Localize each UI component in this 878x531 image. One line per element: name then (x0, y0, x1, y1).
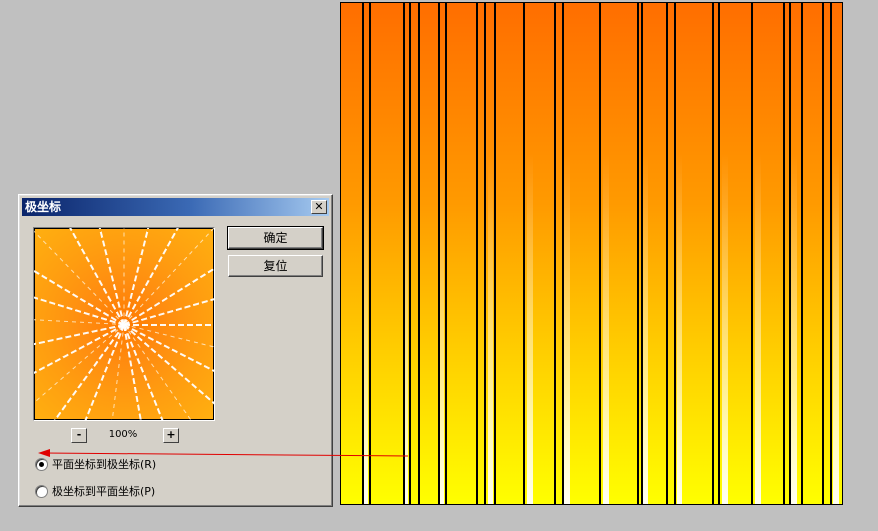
dark-stripe (409, 3, 411, 504)
dark-stripe (641, 3, 643, 504)
zoom-out-button[interactable]: - (71, 428, 87, 443)
option-rect-to-polar-label: 平面坐标到极坐标(R) (52, 458, 157, 471)
reset-button[interactable]: 复位 (228, 255, 323, 277)
light-stripe (603, 3, 609, 504)
light-stripe (755, 3, 761, 504)
dark-stripe (554, 3, 556, 504)
option-rect-to-polar[interactable]: 平面坐标到极坐标(R) (35, 456, 156, 472)
preview-pane[interactable] (33, 227, 215, 421)
dark-stripe (637, 3, 639, 504)
dark-stripe (418, 3, 420, 504)
preview-ray (123, 228, 125, 325)
dark-stripe (484, 3, 486, 504)
dialog-title: 极坐标 (25, 200, 62, 214)
close-icon: ✕ (314, 200, 324, 213)
light-stripe (527, 3, 533, 504)
dark-stripe (599, 3, 601, 504)
ok-button[interactable]: 确定 (227, 226, 324, 250)
minus-icon: - (76, 428, 82, 441)
option-polar-to-rect-label: 极坐标到平面坐标(P) (52, 485, 156, 498)
polar-coordinates-dialog: 极坐标 ✕ 确定 复位 - 100% + 平面坐标到极坐标(R) 极坐标到平面坐… (18, 194, 333, 507)
dark-stripe (369, 3, 371, 504)
dark-stripe (438, 3, 440, 504)
light-stripe (791, 3, 797, 504)
light-stripe (564, 3, 570, 504)
dark-stripe (494, 3, 496, 504)
zoom-in-button[interactable]: + (163, 428, 179, 443)
light-stripe (364, 3, 368, 504)
dark-stripe (822, 3, 824, 504)
dark-stripe (751, 3, 753, 504)
plus-icon: + (166, 428, 176, 441)
radio-polar-to-rect[interactable] (35, 484, 48, 498)
dark-stripe (783, 3, 785, 504)
dark-stripe (830, 3, 832, 504)
canvas-image (340, 2, 843, 505)
dark-stripe (562, 3, 564, 504)
dark-stripe (362, 3, 364, 504)
dark-stripe (476, 3, 478, 504)
dialog-titlebar[interactable]: 极坐标 ✕ (22, 198, 329, 216)
dark-stripe (718, 3, 720, 504)
radio-rect-to-polar[interactable] (35, 457, 48, 471)
light-stripe (643, 3, 648, 504)
light-stripe (722, 3, 728, 504)
dark-stripe (666, 3, 668, 504)
dark-stripe (403, 3, 405, 504)
light-stripe (488, 3, 493, 504)
dark-stripe (523, 3, 525, 504)
dark-stripe (712, 3, 714, 504)
preview-ray (124, 324, 214, 326)
light-stripe (833, 3, 839, 504)
zoom-level: 100% (108, 429, 138, 440)
dark-stripe (789, 3, 791, 504)
light-stripe (440, 3, 444, 504)
dark-stripe (801, 3, 803, 504)
option-polar-to-rect[interactable]: 极坐标到平面坐标(P) (35, 483, 155, 499)
close-button[interactable]: ✕ (311, 200, 327, 214)
light-stripe (677, 3, 682, 504)
dark-stripe (674, 3, 676, 504)
dark-stripe (445, 3, 447, 504)
